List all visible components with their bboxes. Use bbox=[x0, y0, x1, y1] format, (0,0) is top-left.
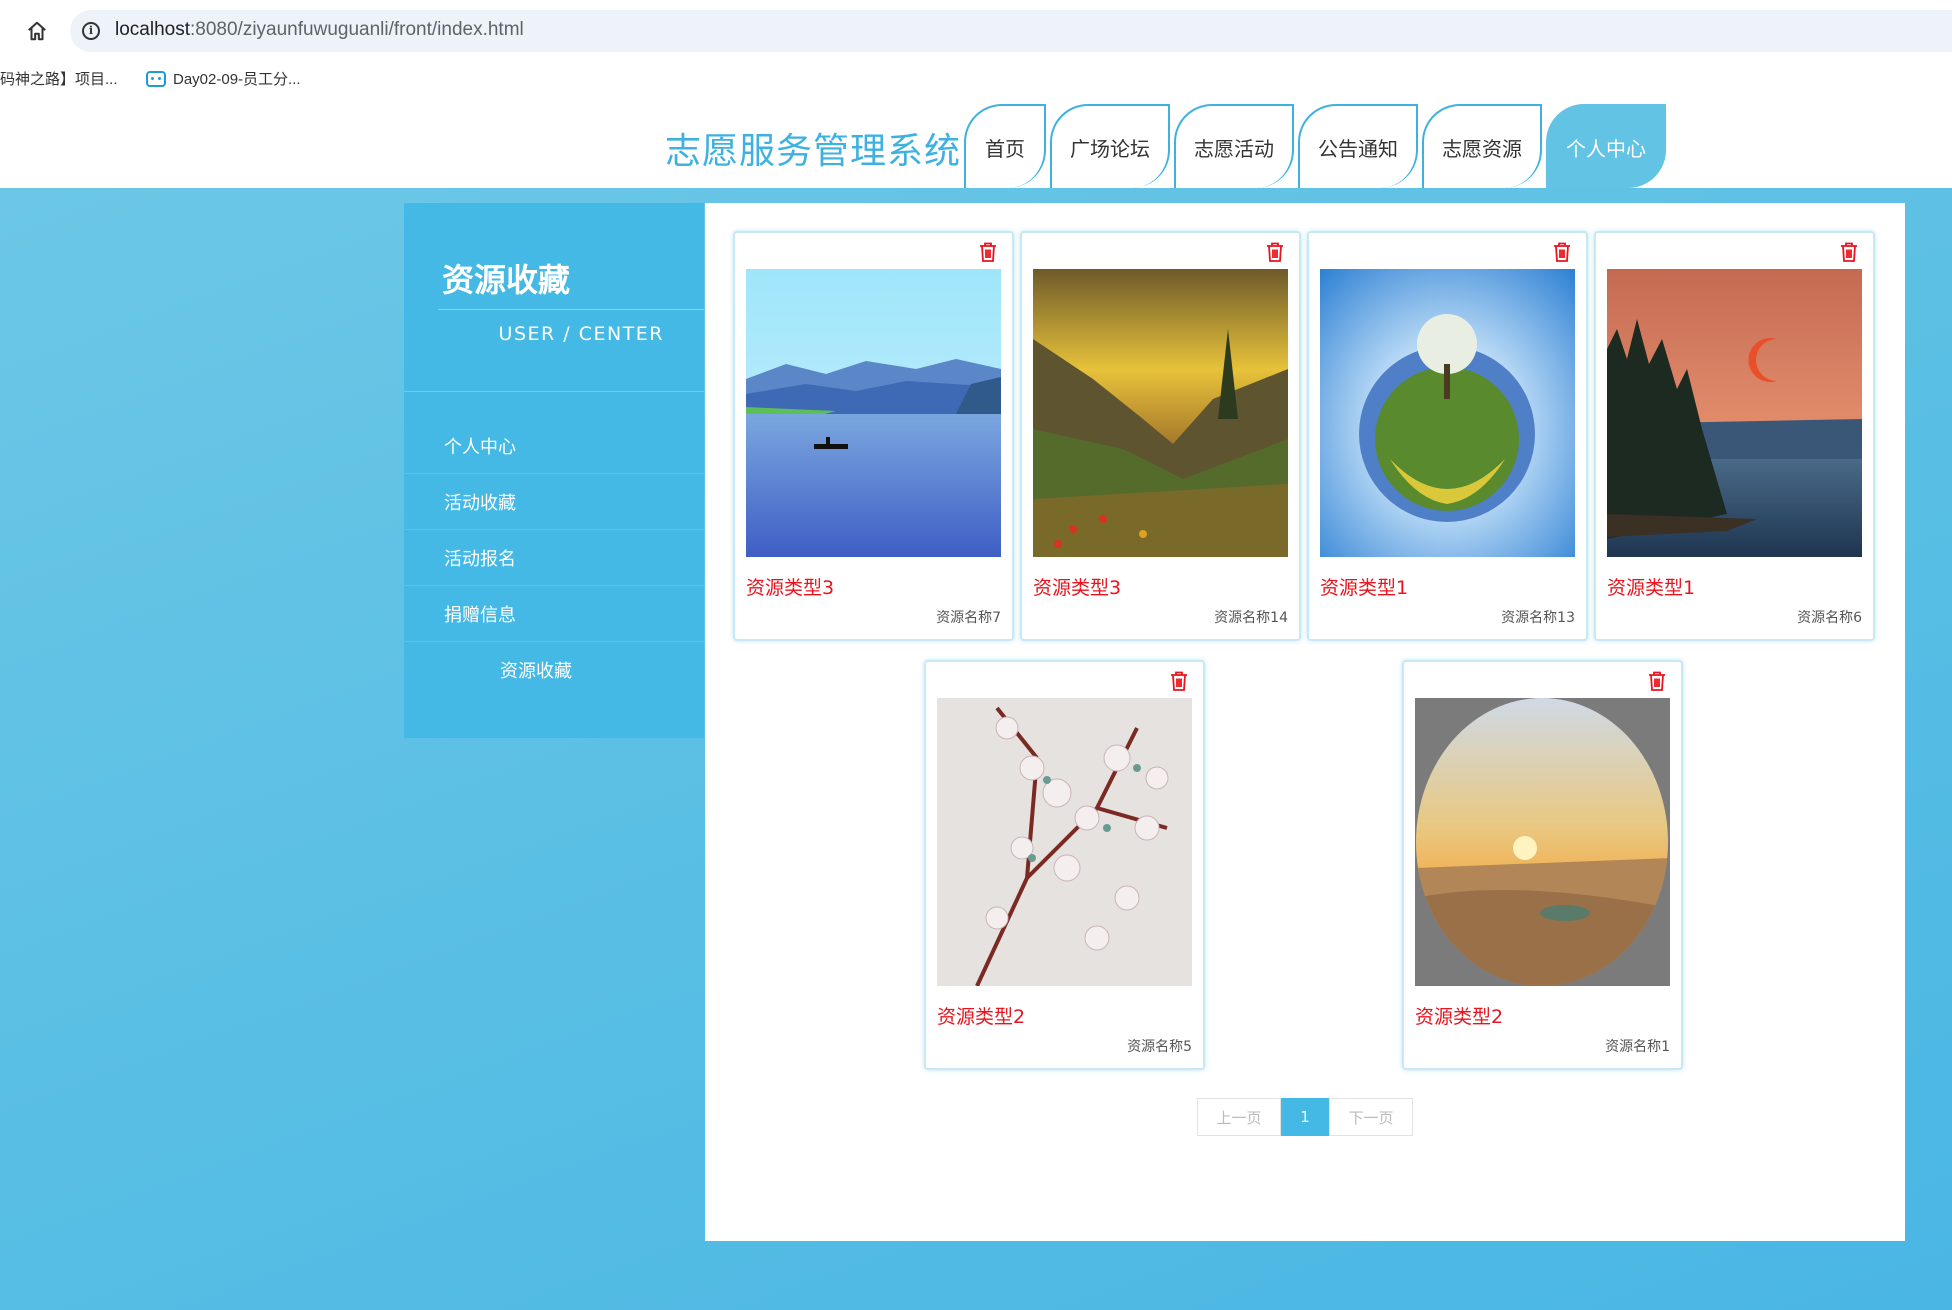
trash-icon[interactable] bbox=[1169, 670, 1189, 692]
sidebar-separator bbox=[404, 391, 704, 392]
blossom-branch-image bbox=[937, 698, 1192, 986]
card-type: 资源类型3 bbox=[1033, 577, 1122, 599]
url-text[interactable]: localhost:8080/ziyaunfuwuguanli/front/in… bbox=[115, 19, 524, 41]
sidebar-item-resource-favorites[interactable]: 资源收藏 bbox=[404, 642, 704, 698]
url-path: :8080/ziyaunfuwuguanli/front/index.html bbox=[190, 19, 524, 40]
sidebar-item-activity-favorites[interactable]: 活动收藏 bbox=[404, 474, 704, 530]
trash-icon[interactable] bbox=[1839, 241, 1859, 263]
nav-resources[interactable]: 志愿资源 bbox=[1422, 104, 1542, 188]
bookmark-2-label: Day02-09-员工分... bbox=[173, 71, 301, 88]
site-header: 志愿服务管理系统 首页 广场论坛 志愿活动 公告通知 志愿资源 个人中心 bbox=[0, 96, 1952, 188]
card-type: 资源类型1 bbox=[1607, 577, 1696, 599]
nav-home[interactable]: 首页 bbox=[964, 104, 1046, 188]
sidebar-item-user-center[interactable]: 个人中心 bbox=[404, 418, 704, 474]
sidebar-item-donations[interactable]: 捐赠信息 bbox=[404, 586, 704, 642]
resource-card[interactable]: 资源类型2 资源名称5 bbox=[924, 660, 1205, 1070]
nav-notices[interactable]: 公告通知 bbox=[1298, 104, 1418, 188]
bookmark-1[interactable]: 码神之路】项目... bbox=[0, 68, 118, 89]
bookmark-2[interactable]: Day02-09-员工分... bbox=[146, 68, 301, 89]
pagination: 上一页 1 下一页 bbox=[1197, 1098, 1413, 1136]
resource-card[interactable]: 资源类型1 资源名称13 bbox=[1307, 231, 1588, 641]
card-name: 资源名称13 bbox=[1501, 610, 1575, 626]
card-type: 资源类型2 bbox=[1415, 1006, 1504, 1028]
tiny-planet-image bbox=[1320, 269, 1575, 557]
bookmarks-bar: 码神之路】项目... Day02-09-员工分... bbox=[0, 62, 1952, 96]
next-page-button[interactable]: 下一页 bbox=[1329, 1098, 1413, 1136]
info-icon[interactable]: i bbox=[82, 22, 100, 40]
sidebar: 资源收藏 USER / CENTER 个人中心 活动收藏 活动报名 捐赠信息 资… bbox=[404, 203, 704, 738]
moon-coast-image bbox=[1607, 269, 1862, 557]
card-type: 资源类型3 bbox=[746, 577, 835, 599]
nav-activities[interactable]: 志愿活动 bbox=[1174, 104, 1294, 188]
card-name: 资源名称1 bbox=[1605, 1039, 1670, 1055]
card-name: 资源名称5 bbox=[1127, 1039, 1192, 1055]
sidebar-menu: 个人中心 活动收藏 活动报名 捐赠信息 资源收藏 bbox=[404, 418, 704, 698]
prev-page-button[interactable]: 上一页 bbox=[1197, 1098, 1281, 1136]
resource-card[interactable]: 资源类型1 资源名称6 bbox=[1594, 231, 1875, 641]
trash-icon[interactable] bbox=[978, 241, 998, 263]
home-icon[interactable] bbox=[26, 20, 48, 42]
card-name: 资源名称7 bbox=[936, 610, 1001, 626]
nav-user-center[interactable]: 个人中心 bbox=[1546, 104, 1666, 188]
site-title: 志愿服务管理系统 bbox=[665, 131, 962, 172]
trash-icon[interactable] bbox=[1647, 670, 1667, 692]
page-1-button[interactable]: 1 bbox=[1281, 1098, 1329, 1136]
sidebar-item-activity-signup[interactable]: 活动报名 bbox=[404, 530, 704, 586]
desert-circle-image bbox=[1415, 698, 1670, 986]
trash-icon[interactable] bbox=[1265, 241, 1285, 263]
sidebar-title: 资源收藏 bbox=[442, 261, 571, 299]
browser-address-bar: i localhost:8080/ziyaunfuwuguanli/front/… bbox=[0, 0, 1952, 62]
mountain-sunset-image bbox=[1033, 269, 1288, 557]
bilibili-icon bbox=[146, 70, 166, 87]
card-name: 资源名称6 bbox=[1797, 610, 1862, 626]
sidebar-subtitle: USER / CENTER bbox=[498, 323, 664, 345]
trash-icon[interactable] bbox=[1552, 241, 1572, 263]
card-type: 资源类型1 bbox=[1320, 577, 1409, 599]
nav-forum[interactable]: 广场论坛 bbox=[1050, 104, 1170, 188]
sidebar-divider bbox=[438, 309, 704, 310]
main-nav: 首页 广场论坛 志愿活动 公告通知 志愿资源 个人中心 bbox=[964, 104, 1666, 188]
card-type: 资源类型2 bbox=[937, 1006, 1026, 1028]
resource-card[interactable]: 资源类型3 资源名称7 bbox=[733, 231, 1014, 641]
resource-card[interactable]: 资源类型3 资源名称14 bbox=[1020, 231, 1301, 641]
url-host: localhost bbox=[115, 19, 190, 40]
resource-card[interactable]: 资源类型2 资源名称1 bbox=[1402, 660, 1683, 1070]
card-name: 资源名称14 bbox=[1214, 610, 1288, 626]
lake-landscape-image bbox=[746, 269, 1001, 557]
